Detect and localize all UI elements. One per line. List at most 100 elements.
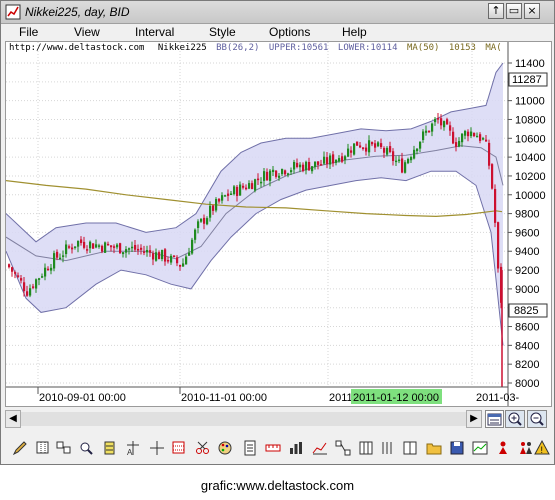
price-label: 10600 <box>515 133 546 145</box>
candle-body <box>17 275 20 277</box>
candle-body <box>362 147 365 149</box>
svg-text:A: A <box>127 448 133 457</box>
menu-help[interactable]: Help <box>342 25 367 39</box>
palette-icon[interactable] <box>216 439 235 458</box>
menu-interval[interactable]: Interval <box>135 25 174 39</box>
chart-icon[interactable] <box>311 439 330 458</box>
candle-body <box>44 267 47 277</box>
candle-body <box>86 249 89 251</box>
table-icon[interactable] <box>170 439 189 458</box>
horizontal-scrollbar[interactable]: ◀ ▶ <box>5 410 552 428</box>
candle-body <box>101 245 104 252</box>
folder-icon[interactable] <box>425 439 444 458</box>
grid-icon[interactable] <box>34 439 53 458</box>
save-icon[interactable] <box>448 439 467 458</box>
candle-body <box>206 218 209 225</box>
svg-text:!: ! <box>541 445 544 455</box>
candle-body <box>23 282 26 292</box>
candle-body <box>287 173 290 175</box>
price-label: 9600 <box>515 227 539 239</box>
candle-body <box>344 156 347 161</box>
close-button[interactable]: × <box>524 3 540 19</box>
zoom-out-icon[interactable] <box>527 410 547 428</box>
last-price-badge-text: 8825 <box>514 305 538 317</box>
date-label: 2010-09-01 00:00 <box>39 392 126 404</box>
candle-body <box>314 161 317 167</box>
ma-label: MA(50) <box>406 43 440 53</box>
cursor-date-label: 2011-01-12 00:00 <box>353 392 439 404</box>
zoom-icon[interactable] <box>77 439 96 458</box>
candle-body <box>212 205 215 211</box>
chart-panel[interactable]: 1140011200110001080010600104001020010000… <box>5 41 552 407</box>
candle-body <box>485 139 488 142</box>
scroll-track[interactable] <box>21 412 466 426</box>
menu-options[interactable]: Options <box>269 25 310 39</box>
candle-body <box>266 171 269 181</box>
network-icon[interactable] <box>334 439 353 458</box>
price-label: 9400 <box>515 246 539 258</box>
price-chart[interactable]: 1140011200110001080010600104001020010000… <box>6 42 551 406</box>
candle-body <box>272 169 275 172</box>
candle-body <box>407 158 410 164</box>
price-label: 8400 <box>515 340 539 352</box>
candle-body <box>209 205 212 218</box>
scissors-icon[interactable] <box>194 439 213 458</box>
columns-icon[interactable] <box>357 439 376 458</box>
price-label: 10800 <box>515 114 546 126</box>
scroll-left-arrow-icon[interactable]: ◀ <box>5 410 21 428</box>
scroll-right-arrow-icon[interactable]: ▶ <box>466 410 482 428</box>
candle-body <box>263 171 266 181</box>
candle-body <box>440 118 443 126</box>
title-bar[interactable]: Nikkei225, day, BID ↑ ▭ × <box>1 1 554 24</box>
candle-body <box>443 121 446 128</box>
menu-file[interactable]: File <box>19 25 38 39</box>
candle-body <box>395 160 398 163</box>
candle-body <box>398 159 401 162</box>
candle-body <box>359 145 362 148</box>
info-icon[interactable]: ! <box>533 439 552 458</box>
people-icon[interactable] <box>494 439 513 458</box>
candle-body <box>260 181 263 184</box>
candle-body <box>461 133 464 143</box>
candle-body <box>233 186 236 195</box>
top-price-badge-text: 11287 <box>512 74 542 86</box>
compare-icon[interactable] <box>55 439 74 458</box>
crosshair-a-icon[interactable]: A <box>124 439 143 458</box>
candle-body <box>371 142 374 145</box>
candle-body <box>290 170 293 173</box>
pencil-icon[interactable] <box>11 439 30 458</box>
price-label: 10400 <box>515 152 546 164</box>
bars-icon[interactable] <box>287 439 306 458</box>
ma-suffix: MA( <box>485 43 502 53</box>
menu-view[interactable]: View <box>74 25 100 39</box>
candle-body <box>269 170 272 181</box>
ruler-icon[interactable] <box>264 439 283 458</box>
candle-body <box>230 193 233 196</box>
bar-icon[interactable] <box>101 439 120 458</box>
bollinger-band <box>6 63 503 346</box>
candle-body <box>128 248 131 250</box>
restore-up-button[interactable]: ↑ <box>488 3 504 19</box>
candle-body <box>422 131 425 141</box>
candle-body <box>158 252 161 260</box>
candle-body <box>161 249 164 260</box>
candle-body <box>110 245 113 248</box>
menu-style[interactable]: Style <box>209 25 236 39</box>
chart-url: http://www.deltastock.com <box>9 43 145 53</box>
candle-body <box>47 268 50 271</box>
price-label: 9800 <box>515 209 539 221</box>
columns2-icon[interactable] <box>379 439 398 458</box>
list-icon[interactable] <box>241 439 260 458</box>
columns3-icon[interactable] <box>401 439 420 458</box>
crosshair-b-icon[interactable] <box>148 439 167 458</box>
candle-body <box>173 255 176 258</box>
candle-body <box>242 185 245 188</box>
top-price-badge: 11287 <box>508 72 548 87</box>
line-chart-icon[interactable] <box>471 439 490 458</box>
candle-body <box>335 159 338 163</box>
calendar-icon[interactable] <box>485 410 504 428</box>
maximize-button[interactable]: ▭ <box>506 3 522 19</box>
zoom-in-icon[interactable] <box>505 410 525 428</box>
candle-body <box>452 131 455 144</box>
candle-body <box>467 131 470 137</box>
